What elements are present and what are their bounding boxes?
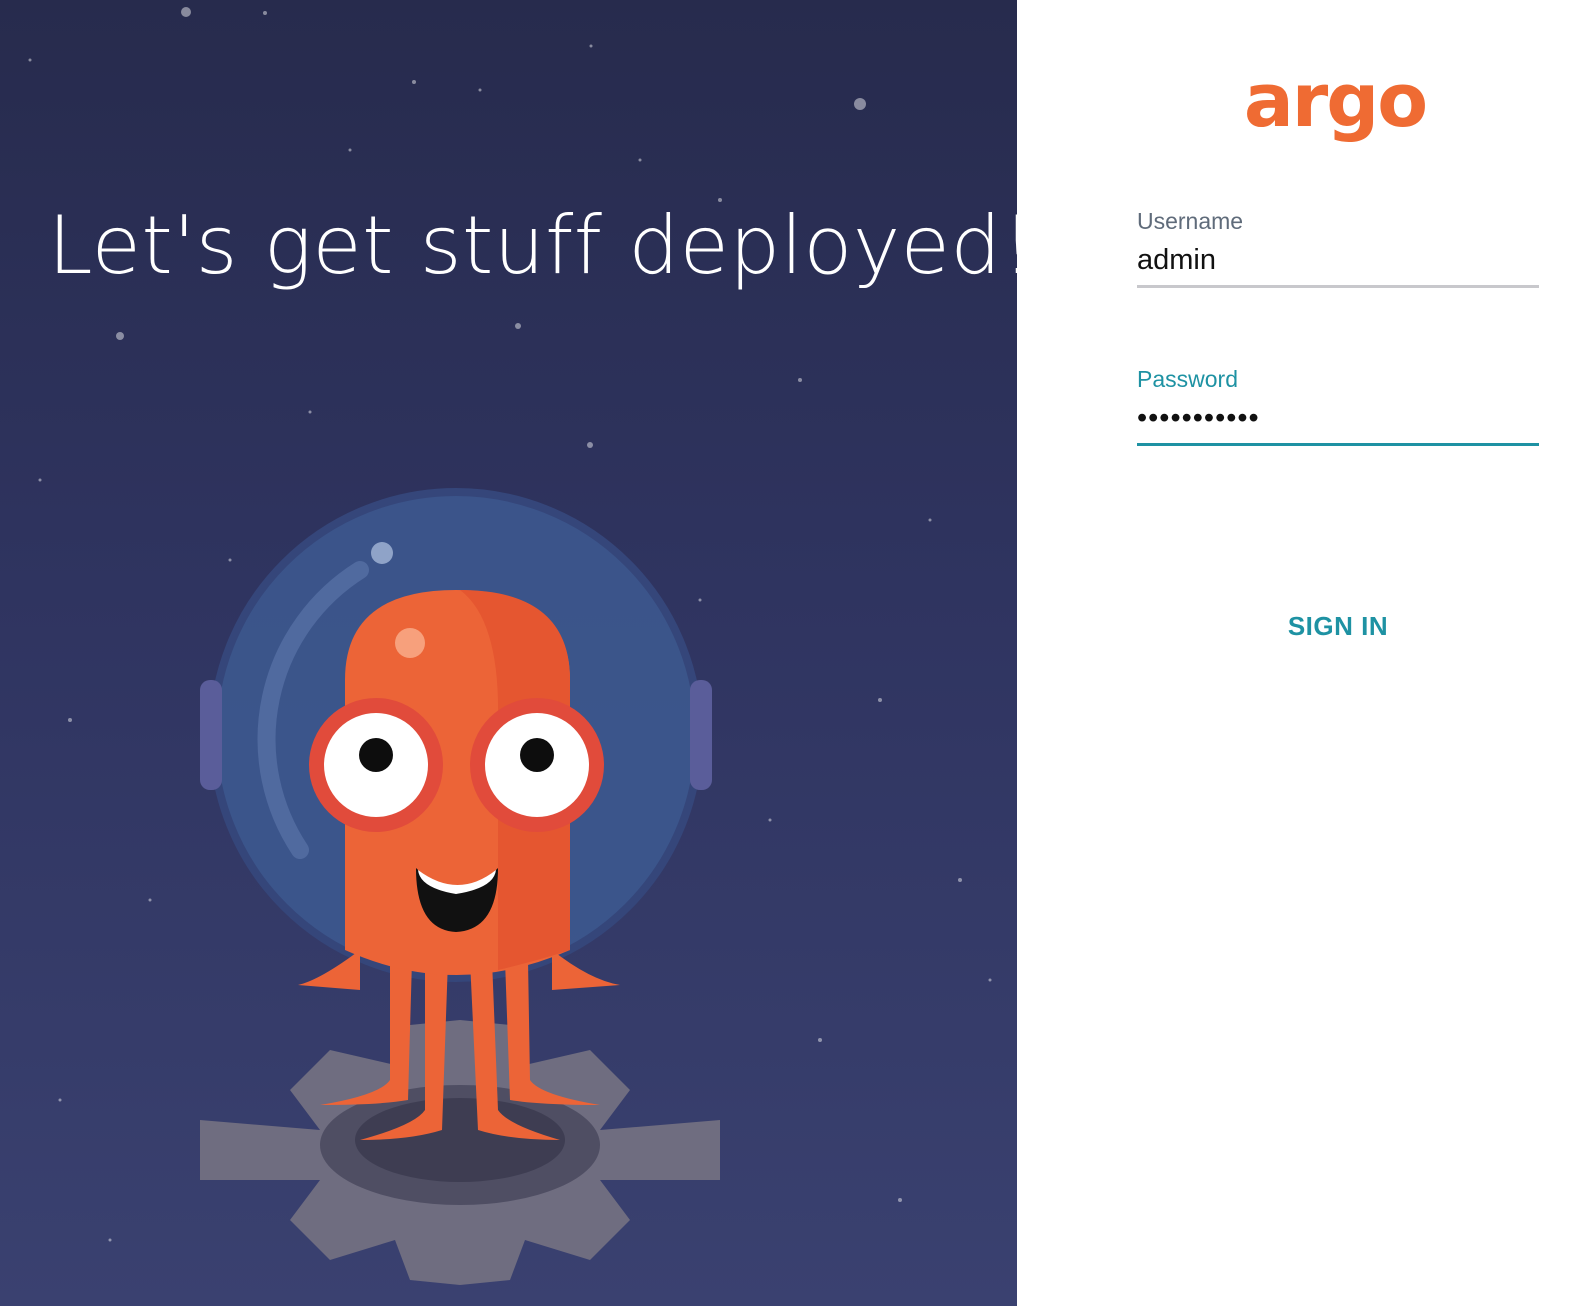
password-field: Password xyxy=(1137,364,1539,446)
username-input[interactable] xyxy=(1137,236,1539,288)
username-label: Username xyxy=(1137,208,1244,234)
login-panel: argo Username Password SIGN IN xyxy=(1017,0,1592,1306)
password-input[interactable] xyxy=(1137,394,1539,446)
gear-icon xyxy=(200,1020,720,1285)
hero-title: Let's get stuff deployed! xyxy=(48,199,1017,292)
username-field: Username xyxy=(1137,206,1539,288)
password-label: Password xyxy=(1137,366,1238,392)
argo-octopus-astronaut-icon xyxy=(200,488,720,1285)
argo-logo: argo xyxy=(1243,58,1428,144)
hero-panel: Let's get stuff deployed! xyxy=(0,0,1017,1306)
sign-in-button[interactable]: SIGN IN xyxy=(1137,596,1539,656)
